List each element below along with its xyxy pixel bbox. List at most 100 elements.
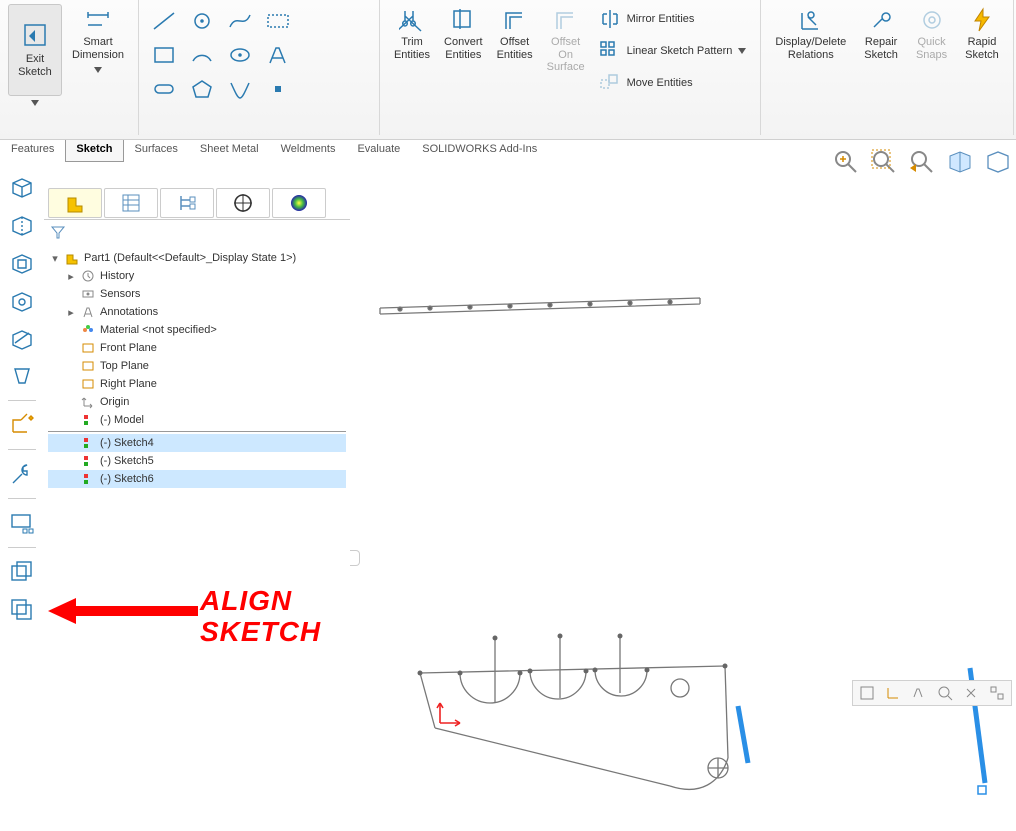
fm-tab-tree[interactable] [48,188,102,218]
loft-cut-icon[interactable] [6,360,38,392]
zoom-area-icon[interactable] [870,148,898,179]
revolve-cut-icon[interactable] [6,284,38,316]
history-label: History [100,270,134,282]
tab-weldments[interactable]: Weldments [270,140,347,162]
ellipse-tool[interactable] [223,40,257,70]
swept-cut-icon[interactable] [6,322,38,354]
slot2-tool[interactable] [147,74,181,104]
tab-addins[interactable]: SOLIDWORKS Add-Ins [411,140,548,162]
trim-button[interactable]: Trim Entities [388,4,436,63]
tree-origin[interactable]: Origin [48,393,346,411]
sensors-label: Sensors [100,288,140,300]
fm-tab-property[interactable] [104,188,158,218]
circle-tool[interactable] [185,6,219,36]
sk4-label: (-) Sketch4 [100,437,154,449]
filter-tree[interactable] [44,220,350,247]
slot-tool[interactable] [261,6,295,36]
annotations-label: Annotations [100,306,158,318]
repair-sketch-button[interactable]: Repair Sketch [858,4,904,63]
panel-resize-handle[interactable] [350,550,360,566]
exit-dropdown[interactable] [8,96,62,110]
extrude-cut-icon[interactable] [6,246,38,278]
text-tool[interactable] [261,40,295,70]
exit-sketch-button[interactable]: Exit Sketch [8,4,62,96]
left-toolbar [2,170,42,626]
linear-pattern-button[interactable]: Linear Sketch Pattern [599,40,747,62]
tab-sheetmetal[interactable]: Sheet Metal [189,140,270,162]
empty1 [299,6,333,36]
tree-model[interactable]: (-) Model [48,411,346,429]
tree-root[interactable]: ▾Part1 (Default<<Default>_Display State … [48,249,346,267]
fm-tab-dimxpert[interactable] [216,188,270,218]
quick-snaps-button: Quick Snaps [910,4,953,63]
fm-tab-config[interactable] [160,188,214,218]
tab-sketch[interactable]: Sketch [65,140,123,162]
pattern-label: Linear Sketch Pattern [627,45,733,57]
tree-annotations[interactable]: ▸Annotations [48,303,346,321]
exit-sketch-icon [21,21,49,49]
smart-dimension-icon [84,6,112,34]
mirror-entities-button[interactable]: Mirror Entities [599,8,747,30]
smart-dimension-button[interactable]: Smart Dimension [66,4,130,63]
smartdim-dropdown[interactable] [66,63,130,77]
offset-icon [501,6,529,34]
tab-evaluate[interactable]: Evaluate [346,140,411,162]
copy2-icon[interactable] [6,594,38,626]
tree-sketch4[interactable]: (-) Sketch4 [48,434,346,452]
align-sketch-icon[interactable] [6,507,38,539]
annotation-text: ALIGN SKETCH [200,586,321,648]
wrench-icon[interactable] [6,458,38,490]
tree-history[interactable]: ▸History [48,267,346,285]
feature-tree: ▾Part1 (Default<<Default>_Display State … [44,247,350,490]
rapid-icon [968,6,996,34]
ctx-btn-3[interactable] [909,683,929,703]
tree-sensors[interactable]: Sensors [48,285,346,303]
exit-sketch-label: Exit Sketch [18,53,52,78]
rapid-label: Rapid Sketch [965,36,999,61]
extrude-boss-icon[interactable] [6,170,38,202]
arc-tool[interactable] [185,40,219,70]
tree-front[interactable]: Front Plane [48,339,346,357]
polygon-tool[interactable] [185,74,219,104]
tree-material[interactable]: Material <not specified> [48,321,346,339]
repair-icon [867,6,895,34]
view-toolbar [832,148,1012,179]
tab-surfaces[interactable]: Surfaces [124,140,189,162]
relations-label: Display/Delete Relations [775,36,846,61]
tree-right[interactable]: Right Plane [48,375,346,393]
root-label: Part1 (Default<<Default>_Display State 1… [84,252,296,264]
copy-icon[interactable] [6,556,38,588]
empty2 [337,6,371,36]
parabola-tool[interactable] [223,74,257,104]
tree-top[interactable]: Top Plane [48,357,346,375]
spline-tool[interactable] [223,6,257,36]
context-toolbar [852,680,1012,706]
separator4 [8,547,36,548]
instant3d-icon[interactable] [6,409,38,441]
revolve-boss-icon[interactable] [6,208,38,240]
section-view-icon[interactable] [946,148,974,179]
trim-label: Trim Entities [394,36,430,61]
ctx-btn-5[interactable] [961,683,981,703]
display-relations-button[interactable]: Display/Delete Relations [769,4,852,63]
ctx-btn-6[interactable] [987,683,1007,703]
prev-view-icon[interactable] [908,148,936,179]
point-tool[interactable] [261,74,295,104]
zoom-fit-icon[interactable] [832,148,860,179]
line-tool[interactable] [147,6,181,36]
model-label: (-) Model [100,414,144,426]
display-style-icon[interactable] [984,148,1012,179]
feature-manager-panel: ▾Part1 (Default<<Default>_Display State … [44,184,350,824]
convert-button[interactable]: Convert Entities [438,4,489,63]
fm-tab-render[interactable] [272,188,326,218]
tab-features[interactable]: Features [0,140,65,162]
ctx-btn-1[interactable] [857,683,877,703]
ctx-btn-2[interactable] [883,683,903,703]
rect-tool[interactable] [147,40,181,70]
rapid-sketch-button[interactable]: Rapid Sketch [959,4,1005,63]
offset-button[interactable]: Offset Entities [491,4,539,63]
ctx-btn-4[interactable] [935,683,955,703]
tree-sketch5[interactable]: (-) Sketch5 [48,452,346,470]
move-label: Move Entities [627,77,693,89]
tree-sketch6[interactable]: (-) Sketch6 [48,470,346,488]
